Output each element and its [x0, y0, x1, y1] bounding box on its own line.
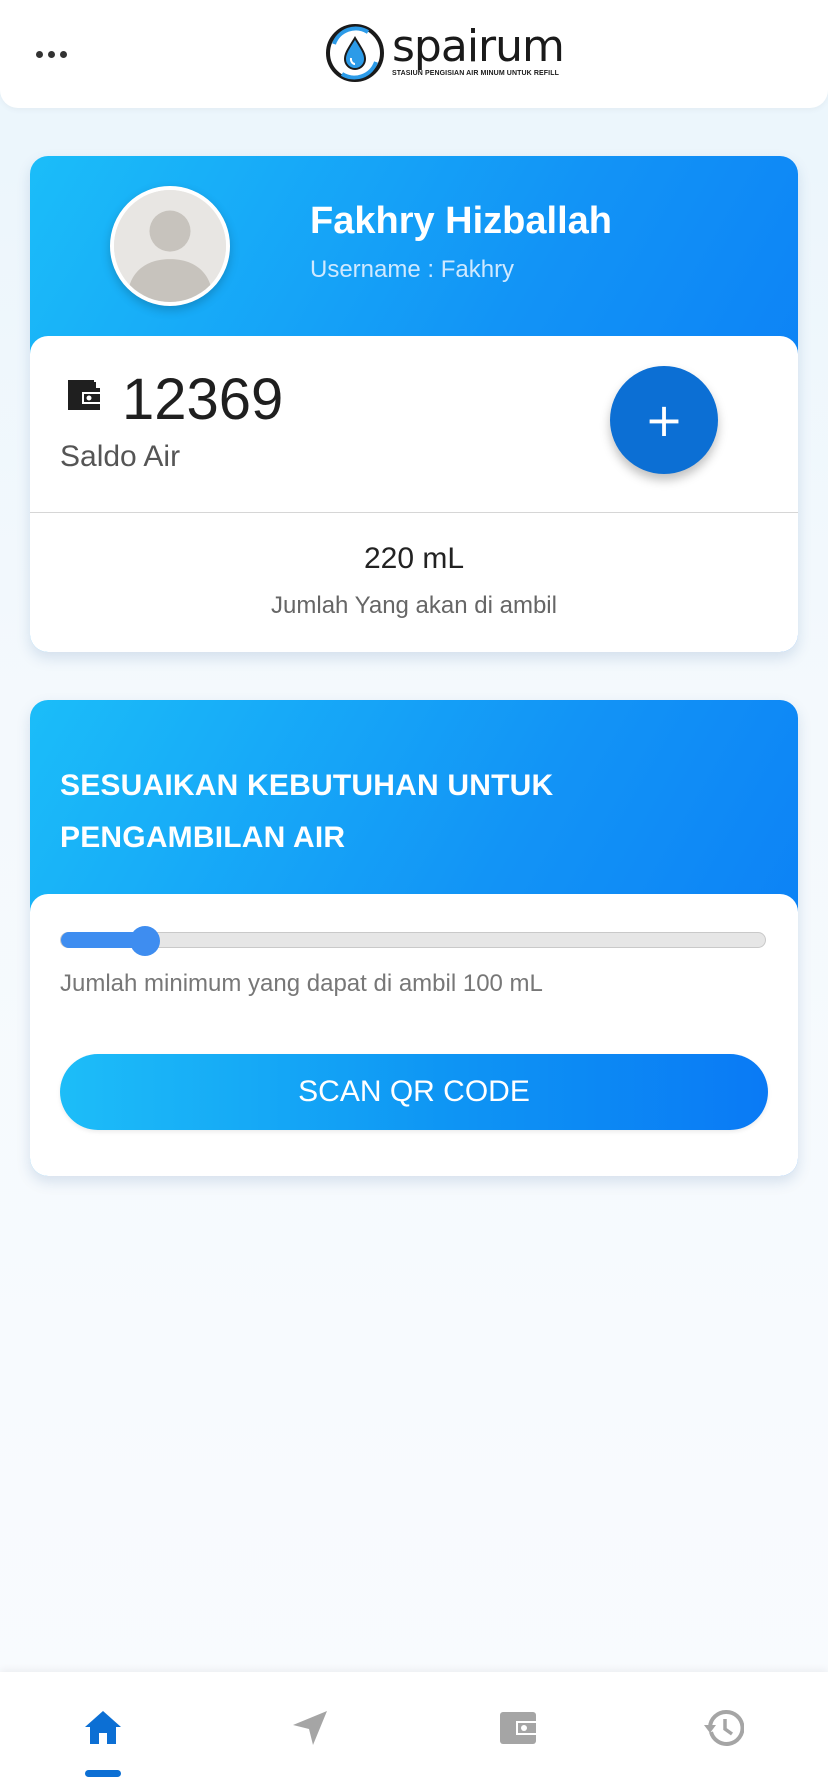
adjust-panel: Jumlah minimum yang dapat di ambil 100 m…: [30, 894, 798, 1176]
brand-name: spairum: [392, 21, 565, 72]
adjust-title: SESUAIKAN KEBUTUHAN UNTUK PENGAMBILAN AI…: [60, 769, 554, 854]
more-menu-icon[interactable]: [36, 48, 72, 60]
home-icon: [85, 1711, 121, 1744]
amount-slider[interactable]: [60, 926, 766, 956]
water-drop-logo-icon: [326, 24, 384, 82]
balance-panel: 12369 Saldo Air + 220 mL Jumlah Yang aka…: [30, 336, 798, 652]
brand-logo: spairum STASIUN PENGISIAN AIR MINUM UNTU…: [324, 21, 565, 88]
balance-label: Saldo Air: [60, 440, 181, 473]
wallet-icon: [68, 380, 100, 410]
default-avatar-icon: [114, 190, 226, 302]
nav-item-home[interactable]: [43, 1672, 163, 1792]
adjust-card: SESUAIKAN KEBUTUHAN UNTUK PENGAMBILAN AI…: [30, 700, 798, 1176]
withdraw-amount-label: Jumlah Yang akan di ambil: [271, 592, 557, 619]
avatar[interactable]: [110, 186, 230, 306]
slider-thumb[interactable]: [130, 926, 160, 956]
user-username: Username : Fakhry: [310, 256, 515, 283]
brand-tagline: STASIUN PENGISIAN AIR MINUM UNTUK REFILL: [392, 70, 559, 77]
wallet-icon: [500, 1712, 536, 1744]
add-balance-button[interactable]: +: [610, 366, 718, 474]
active-indicator: [85, 1770, 121, 1777]
profile-card: Fakhry Hizballah Username : Fakhry 12369…: [30, 156, 798, 652]
navigation-arrow-icon: [293, 1711, 327, 1745]
slider-helper-text: Jumlah minimum yang dapat di ambil 100 m…: [60, 970, 543, 997]
history-icon: [704, 1709, 744, 1746]
divider: [30, 512, 798, 513]
balance-value: 12369: [122, 367, 284, 432]
scan-qr-button[interactable]: SCAN QR CODE: [60, 1054, 768, 1130]
nav-item-wallet[interactable]: [458, 1672, 578, 1792]
nav-item-history[interactable]: [664, 1672, 784, 1792]
plus-icon: +: [644, 393, 684, 447]
top-app-bar: spairum STASIUN PENGISIAN AIR MINUM UNTU…: [0, 0, 828, 108]
withdraw-amount: 220 mL: [363, 542, 465, 575]
bottom-navigation: [0, 1672, 828, 1792]
nav-item-navigation[interactable]: [250, 1672, 370, 1792]
user-name: Fakhry Hizballah: [310, 200, 612, 242]
